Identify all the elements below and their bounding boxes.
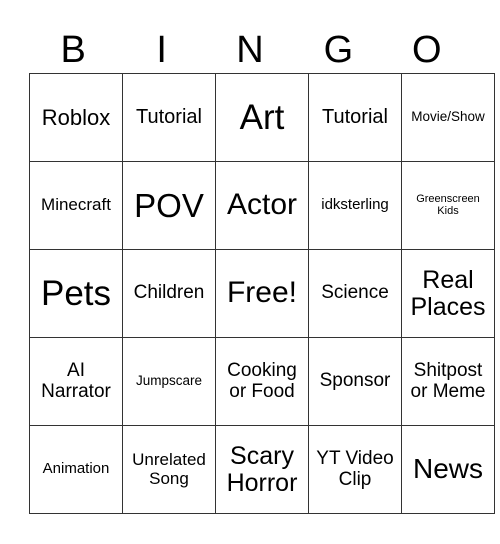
header-letter-g: G	[323, 29, 354, 71]
bingo-grid: Roblox Tutorial Art Tutorial Movie/Show …	[29, 73, 495, 514]
header-letter-n: N	[236, 29, 264, 71]
bingo-cell[interactable]: Pets	[29, 249, 123, 338]
bingo-cell[interactable]: Children	[122, 249, 216, 338]
bingo-cell[interactable]: Science	[308, 249, 402, 338]
bingo-cell[interactable]: Greenscreen Kids	[401, 161, 495, 250]
bingo-cell[interactable]: Jumpscare	[122, 337, 216, 426]
bingo-cell[interactable]: Tutorial	[308, 73, 402, 162]
bingo-cell[interactable]: Unrelated Song	[122, 425, 216, 514]
bingo-cell[interactable]: AI Narrator	[29, 337, 123, 426]
bingo-cell[interactable]: Cooking or Food	[215, 337, 309, 426]
grid-row: AI Narrator Jumpscare Cooking or Food Sp…	[29, 337, 495, 426]
header-letter-b: B	[60, 29, 86, 71]
bingo-cell[interactable]: YT Video Clip	[308, 425, 402, 514]
bingo-cell[interactable]: Real Places	[401, 249, 495, 338]
bingo-cell[interactable]: Sponsor	[308, 337, 402, 426]
bingo-cell[interactable]: Tutorial	[122, 73, 216, 162]
grid-row: Roblox Tutorial Art Tutorial Movie/Show	[29, 73, 495, 162]
grid-row: Pets Children Free! Science Real Places	[29, 249, 495, 338]
bingo-cell[interactable]: Roblox	[29, 73, 123, 162]
bingo-cell[interactable]: Shitpost or Meme	[401, 337, 495, 426]
grid-row: Animation Unrelated Song Scary Horror YT…	[29, 425, 495, 514]
bingo-cell[interactable]: Scary Horror	[215, 425, 309, 514]
bingo-cell[interactable]: idksterling	[308, 161, 402, 250]
bingo-cell[interactable]: Minecraft	[29, 161, 123, 250]
header-letter-o: O	[412, 29, 442, 71]
header-letter-i: I	[156, 29, 167, 71]
bingo-cell[interactable]: Art	[215, 73, 309, 162]
bingo-header: B I N G O	[29, 28, 471, 73]
bingo-cell[interactable]: News	[401, 425, 495, 514]
bingo-cell[interactable]: Actor	[215, 161, 309, 250]
bingo-cell[interactable]: Movie/Show	[401, 73, 495, 162]
bingo-cell[interactable]: Animation	[29, 425, 123, 514]
free-space-cell[interactable]: Free!	[215, 249, 309, 338]
grid-row: Minecraft POV Actor idksterling Greenscr…	[29, 161, 495, 250]
bingo-cell[interactable]: POV	[122, 161, 216, 250]
